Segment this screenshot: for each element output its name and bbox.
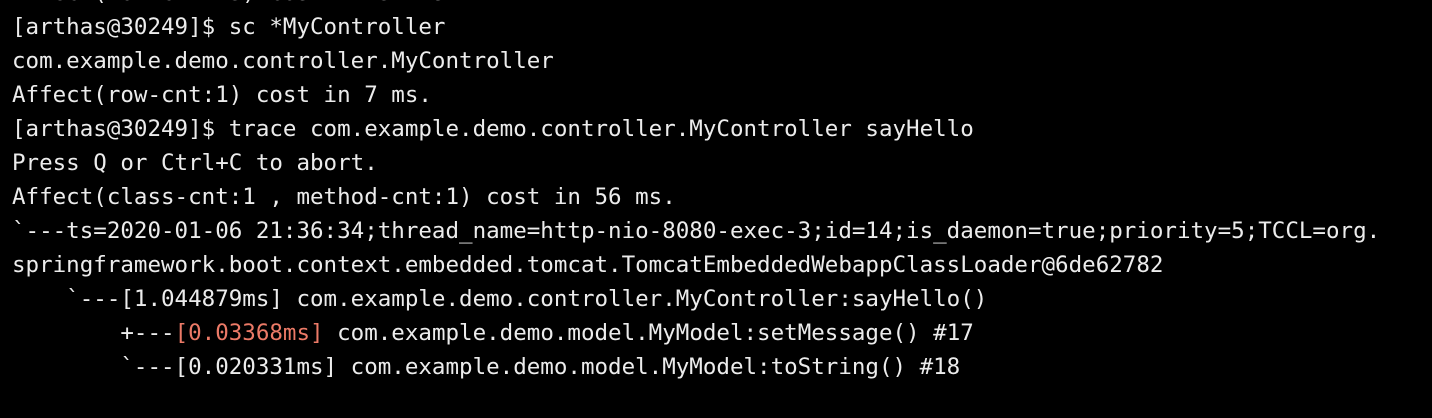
- trace-root-line-continued: springframework.boot.context.embedded.to…: [12, 252, 1164, 278]
- trace-node-prefix: +---: [12, 320, 175, 346]
- terminal-output-class-name: com.example.demo.controller.MyController: [12, 48, 554, 74]
- terminal-output-affect-trace: Affect(class-cnt:1 , method-cnt:1) cost …: [12, 184, 676, 210]
- trace-root-line: `---ts=2020-01-06 21:36:34;thread_name=h…: [12, 218, 1381, 244]
- terminal-command-sc: [arthas@30249]$ sc *MyController: [12, 14, 446, 40]
- trace-node-sayhello: `---[1.044879ms] com.example.demo.contro…: [12, 286, 988, 312]
- terminal-window[interactable]: Affect(row-cnt:13) cost in 34 ms. [artha…: [0, 0, 1432, 418]
- terminal-output-cutoff: Affect(row-cnt:13) cost in 34 ms.: [12, 0, 459, 10]
- terminal-output-abort-hint: Press Q or Ctrl+C to abort.: [12, 150, 378, 176]
- trace-node-tostring: `---[0.020331ms] com.example.demo.model.…: [12, 354, 961, 380]
- terminal-output-affect: Affect(row-cnt:1) cost in 7 ms.: [12, 82, 432, 108]
- trace-node-method: com.example.demo.model.MyModel:setMessag…: [323, 320, 974, 346]
- terminal-command-trace: [arthas@30249]$ trace com.example.demo.c…: [12, 116, 974, 142]
- trace-timing-highlight: [0.03368ms]: [174, 320, 324, 346]
- trace-node-setmessage: +---[0.03368ms] com.example.demo.model.M…: [12, 316, 974, 350]
